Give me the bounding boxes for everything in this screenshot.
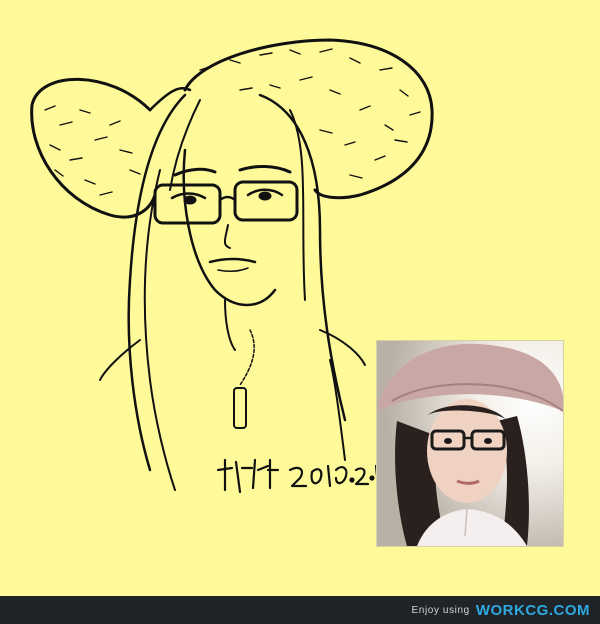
artwork-canvas	[0, 0, 600, 596]
footer-brand-link[interactable]: WORKCG.COM	[476, 602, 590, 619]
watermark-bar: Enjoy using WORKCG.COM	[0, 596, 600, 624]
footer-text: Enjoy using	[411, 604, 470, 616]
reference-photo	[376, 340, 564, 547]
